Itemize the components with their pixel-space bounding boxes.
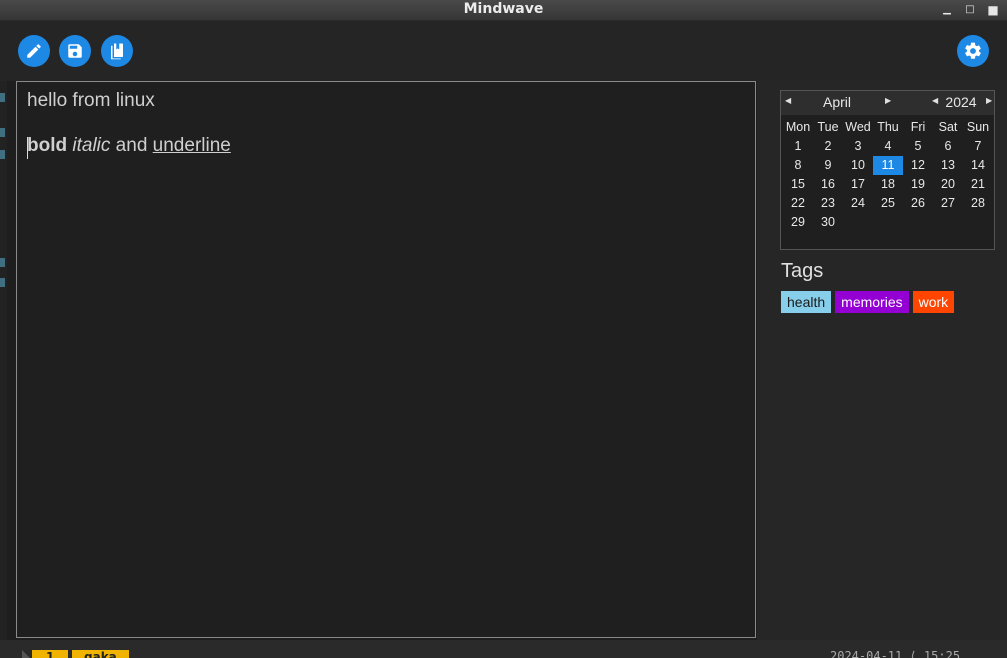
calendar-day[interactable]: 25 bbox=[873, 194, 903, 213]
calendar-day[interactable]: 29 bbox=[783, 213, 813, 232]
calendar-day[interactable]: 9 bbox=[813, 156, 843, 175]
calendar-day[interactable]: 22 bbox=[783, 194, 813, 213]
calendar-day[interactable]: 21 bbox=[963, 175, 993, 194]
gear-icon bbox=[965, 42, 981, 59]
tag-work[interactable]: work bbox=[912, 291, 955, 313]
calendar-day[interactable]: 3 bbox=[843, 137, 873, 156]
calendar-day[interactable]: 5 bbox=[903, 137, 933, 156]
active-app-indicator: gaka bbox=[72, 650, 129, 658]
calendar-year: 2024 bbox=[945, 94, 977, 110]
calendar-grid: Mon Tue Wed Thu Fri Sat Sun 1 2 3 4 5 6 7 8 9 10 11 12 13 14… bbox=[783, 118, 993, 232]
next-year-icon[interactable]: ▶ bbox=[986, 96, 992, 105]
save-button[interactable] bbox=[59, 35, 91, 67]
tag-memories[interactable]: memories bbox=[835, 291, 909, 313]
note-editor[interactable]: hello from linux bold italic and underli… bbox=[16, 81, 756, 638]
calendar-empty-cell bbox=[933, 213, 963, 232]
calendar-weekday: Tue bbox=[817, 120, 839, 134]
tag-health[interactable]: health bbox=[781, 291, 832, 313]
calendar-day[interactable]: 24 bbox=[843, 194, 873, 213]
calendar-day[interactable]: 6 bbox=[933, 137, 963, 156]
toolbar bbox=[0, 21, 1007, 81]
calendar-day[interactable]: 8 bbox=[783, 156, 813, 175]
prev-month-icon[interactable]: ◀ bbox=[785, 96, 791, 105]
notebooks-icon bbox=[111, 43, 123, 60]
calendar-day[interactable]: 23 bbox=[813, 194, 843, 213]
plain-text[interactable]: and bbox=[110, 135, 152, 156]
calendar-month: April bbox=[822, 94, 851, 110]
calendar-empty-cell bbox=[843, 213, 873, 232]
settings-button[interactable] bbox=[957, 35, 989, 67]
calendar-day[interactable]: 27 bbox=[933, 194, 963, 213]
calendar-weekday: Wed bbox=[845, 120, 871, 134]
calendar-day[interactable]: 30 bbox=[813, 213, 843, 232]
editor-line[interactable]: bold italic and underline bbox=[27, 135, 231, 157]
workspace-indicator[interactable]: 1 bbox=[32, 650, 69, 658]
next-month-icon[interactable]: ▶ bbox=[885, 96, 891, 105]
edit-button[interactable] bbox=[18, 35, 50, 67]
calendar-day[interactable]: 15 bbox=[783, 175, 813, 194]
italic-text[interactable]: italic bbox=[72, 135, 110, 156]
tags-heading: Tags bbox=[781, 260, 824, 282]
calendar-day[interactable]: 11 bbox=[873, 156, 903, 175]
calendar-weekday-row: Mon Tue Wed Thu Fri Sat Sun bbox=[783, 118, 993, 137]
minimize-button[interactable]: ▁ bbox=[939, 2, 955, 18]
calendar-weekday: Mon bbox=[785, 120, 811, 134]
clock: 2024-04-11 ⟨ 15:25 bbox=[830, 649, 961, 658]
status-separator bbox=[22, 650, 30, 658]
calendar-week-row: 15 16 17 18 19 20 21 bbox=[783, 175, 993, 194]
calendar-empty-cell bbox=[903, 213, 933, 232]
tag-list: health memories work bbox=[781, 291, 955, 313]
calendar-day[interactable]: 14 bbox=[963, 156, 993, 175]
underline-text[interactable]: underline bbox=[153, 135, 231, 156]
calendar: ◀ April ▶ ◀ 2024 ▶ Mon Tue Wed Thu Fri Sat Sun… bbox=[780, 90, 995, 250]
calendar-week-row: 8 9 10 11 12 13 14 bbox=[783, 156, 993, 175]
save-icon bbox=[68, 44, 82, 58]
window-title: Mindwave bbox=[463, 1, 544, 17]
maximize-button[interactable]: □ bbox=[962, 2, 978, 18]
calendar-day[interactable]: 1 bbox=[783, 137, 813, 156]
calendar-header: ◀ April ▶ ◀ 2024 ▶ bbox=[781, 91, 994, 115]
calendar-day[interactable]: 18 bbox=[873, 175, 903, 194]
editor-line[interactable]: hello from linux bbox=[27, 90, 155, 112]
pencil-icon bbox=[27, 44, 41, 58]
calendar-day[interactable]: 7 bbox=[963, 137, 993, 156]
calendar-day[interactable]: 20 bbox=[933, 175, 963, 194]
calendar-day[interactable]: 26 bbox=[903, 194, 933, 213]
calendar-day[interactable]: 2 bbox=[813, 137, 843, 156]
calendar-day[interactable]: 17 bbox=[843, 175, 873, 194]
calendar-week-row: 29 30 bbox=[783, 213, 993, 232]
close-button[interactable]: ■ bbox=[985, 2, 1001, 18]
calendar-weekday: Fri bbox=[910, 120, 926, 134]
calendar-empty-cell bbox=[963, 213, 993, 232]
calendar-weekday: Sun bbox=[966, 120, 990, 134]
background-window-strip bbox=[0, 20, 7, 640]
bold-text[interactable]: bold bbox=[27, 135, 67, 156]
calendar-day[interactable]: 19 bbox=[903, 175, 933, 194]
title-bar: Mindwave ▁ □ ■ bbox=[0, 0, 1007, 21]
calendar-week-row: 1234567 bbox=[783, 137, 993, 156]
calendar-day[interactable]: 10 bbox=[843, 156, 873, 175]
calendar-empty-cell bbox=[873, 213, 903, 232]
calendar-day[interactable]: 4 bbox=[873, 137, 903, 156]
calendar-weekday: Sat bbox=[938, 120, 958, 134]
calendar-day[interactable]: 12 bbox=[903, 156, 933, 175]
system-status-bar: 1 gaka 2024-04-11 ⟨ 15:25 bbox=[0, 640, 1007, 658]
calendar-weekday: Thu bbox=[877, 120, 899, 134]
notebooks-button[interactable] bbox=[101, 35, 133, 67]
calendar-day[interactable]: 28 bbox=[963, 194, 993, 213]
calendar-day[interactable]: 16 bbox=[813, 175, 843, 194]
calendar-day[interactable]: 13 bbox=[933, 156, 963, 175]
calendar-week-row: 22 23 24 25 26 27 28 bbox=[783, 194, 993, 213]
prev-year-icon[interactable]: ◀ bbox=[932, 96, 938, 105]
